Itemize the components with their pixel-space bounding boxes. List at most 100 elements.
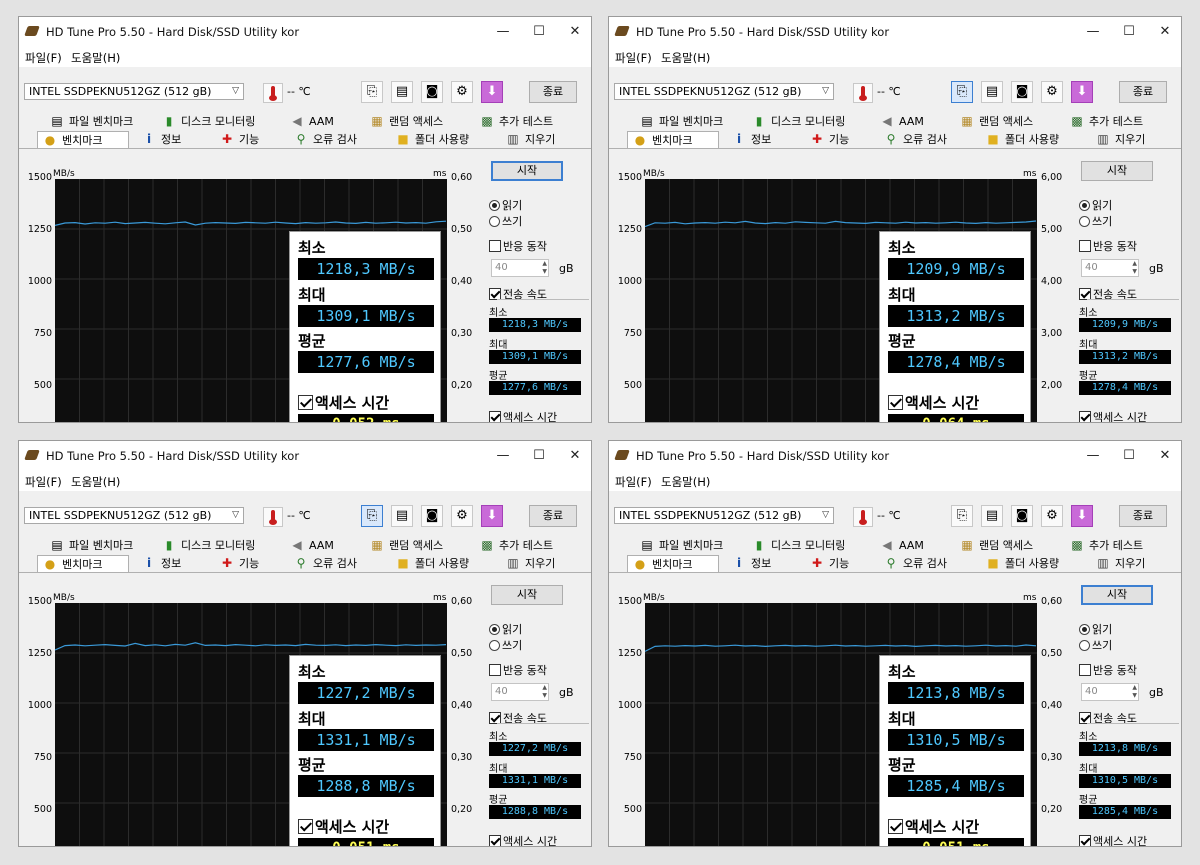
exit-button[interactable]: 종료 (529, 505, 577, 527)
repeat-checkbox[interactable]: 반응 동작 (489, 238, 547, 254)
menu-help[interactable]: 도움말(H) (661, 50, 710, 66)
read-radio[interactable]: 읽기 (489, 621, 522, 637)
close-button[interactable]: ✕ (557, 441, 591, 471)
minimize-button[interactable]: — (1075, 17, 1111, 47)
tab-info[interactable]: i 정보 (137, 555, 181, 572)
minimize-button[interactable]: — (1075, 441, 1111, 471)
repeat-checkbox[interactable]: 반응 동작 (1079, 662, 1137, 678)
title-bar[interactable]: HD Tune Pro 5.50 - Hard Disk/SSD Utility… (609, 441, 1181, 471)
tab-features[interactable]: ✚ 기능 (215, 131, 259, 148)
close-button[interactable]: ✕ (557, 17, 591, 47)
screenshot-camera-icon[interactable]: ◙ (421, 81, 443, 103)
options-icon[interactable]: ⚙ (1041, 81, 1063, 103)
tab-info[interactable]: i 정보 (727, 131, 771, 148)
tab-file-benchmark[interactable]: ▤ 파일 벤치마크 (45, 113, 133, 130)
start-button[interactable]: 시작 (491, 585, 563, 605)
access-time-checkbox[interactable]: 액세스 시간 (1079, 409, 1147, 422)
drive-select[interactable]: INTEL SSDPEKNU512GZ (512 gB) ▽ (24, 83, 244, 100)
drive-select[interactable]: INTEL SSDPEKNU512GZ (512 gB) ▽ (614, 83, 834, 100)
access-time-checkbox[interactable]: 액세스 시간 (489, 833, 557, 846)
tab-benchmark[interactable]: ● 벤치마크 (627, 555, 719, 572)
close-button[interactable]: ✕ (1147, 17, 1181, 47)
copy-info-button[interactable]: ▤ (391, 81, 413, 103)
tab-erase[interactable]: ▥ 지우기 (1091, 131, 1145, 148)
tab-error-scan[interactable]: ⚲ 오류 검사 (289, 131, 357, 148)
menu-help[interactable]: 도움말(H) (71, 474, 120, 490)
minimize-button[interactable]: — (485, 441, 521, 471)
tab-info[interactable]: i 정보 (137, 131, 181, 148)
tab-file-benchmark[interactable]: ▤ 파일 벤치마크 (45, 537, 133, 554)
minimize-button[interactable]: — (485, 17, 521, 47)
repeat-checkbox[interactable]: 반응 동작 (489, 662, 547, 678)
tab-disk-monitor[interactable]: ▮ 디스크 모니터링 (157, 113, 256, 130)
maximize-button[interactable]: ☐ (521, 17, 557, 47)
access-time-checkbox[interactable]: 액세스 시간 (1079, 833, 1147, 846)
exit-button[interactable]: 종료 (529, 81, 577, 103)
spin-arrows-icon[interactable]: ▲ ▼ (1132, 260, 1137, 276)
spin-arrows-icon[interactable]: ▲ ▼ (1132, 684, 1137, 700)
tab-aam[interactable]: ◀ AAM (285, 537, 333, 554)
options-icon[interactable]: ⚙ (1041, 505, 1063, 527)
save-download-icon[interactable]: ⬇ (1071, 505, 1093, 527)
tab-extra-tests[interactable]: ▩ 추가 테스트 (1065, 113, 1143, 130)
maximize-button[interactable]: ☐ (1111, 441, 1147, 471)
title-bar[interactable]: HD Tune Pro 5.50 - Hard Disk/SSD Utility… (19, 441, 591, 471)
read-radio[interactable]: 읽기 (489, 197, 522, 213)
menu-file[interactable]: 파일(F) (25, 50, 62, 66)
size-spinner[interactable]: 40 ▲ ▼ (1081, 259, 1139, 277)
start-button[interactable]: 시작 (491, 161, 563, 181)
size-spinner[interactable]: 40 ▲ ▼ (1081, 683, 1139, 701)
tab-features[interactable]: ✚ 기능 (805, 131, 849, 148)
screenshot-camera-icon[interactable]: ◙ (1011, 81, 1033, 103)
tab-extra-tests[interactable]: ▩ 추가 테스트 (1065, 537, 1143, 554)
tab-aam[interactable]: ◀ AAM (875, 113, 923, 130)
menu-file[interactable]: 파일(F) (25, 474, 62, 490)
exit-button[interactable]: 종료 (1119, 505, 1167, 527)
maximize-button[interactable]: ☐ (521, 441, 557, 471)
tab-erase[interactable]: ▥ 지우기 (501, 131, 555, 148)
tab-benchmark[interactable]: ● 벤치마크 (37, 131, 129, 148)
tab-folder-usage[interactable]: ■ 폴더 사용량 (391, 131, 469, 148)
read-radio[interactable]: 읽기 (1079, 621, 1112, 637)
write-radio[interactable]: 쓰기 (489, 213, 522, 229)
tab-features[interactable]: ✚ 기능 (805, 555, 849, 572)
access-time-checkbox[interactable]: 액세스 시간 (489, 409, 557, 422)
tab-random-access[interactable]: ▦ 랜덤 액세스 (955, 537, 1033, 554)
copy-text-button[interactable]: ⎘ (951, 505, 973, 527)
exit-button[interactable]: 종료 (1119, 81, 1167, 103)
tab-error-scan[interactable]: ⚲ 오류 검사 (879, 131, 947, 148)
title-bar[interactable]: HD Tune Pro 5.50 - Hard Disk/SSD Utility… (609, 17, 1181, 47)
tab-folder-usage[interactable]: ■ 폴더 사용량 (981, 131, 1059, 148)
copy-text-button[interactable]: ⎘ (951, 81, 973, 103)
menu-help[interactable]: 도움말(H) (71, 50, 120, 66)
tab-extra-tests[interactable]: ▩ 추가 테스트 (475, 537, 553, 554)
size-spinner[interactable]: 40 ▲ ▼ (491, 259, 549, 277)
save-download-icon[interactable]: ⬇ (1071, 81, 1093, 103)
options-icon[interactable]: ⚙ (451, 505, 473, 527)
tab-aam[interactable]: ◀ AAM (875, 537, 923, 554)
tab-random-access[interactable]: ▦ 랜덤 액세스 (955, 113, 1033, 130)
menu-help[interactable]: 도움말(H) (661, 474, 710, 490)
options-icon[interactable]: ⚙ (451, 81, 473, 103)
tab-erase[interactable]: ▥ 지우기 (501, 555, 555, 572)
write-radio[interactable]: 쓰기 (489, 637, 522, 653)
copy-info-button[interactable]: ▤ (391, 505, 413, 527)
tab-folder-usage[interactable]: ■ 폴더 사용량 (981, 555, 1059, 572)
tab-error-scan[interactable]: ⚲ 오류 검사 (289, 555, 357, 572)
title-bar[interactable]: HD Tune Pro 5.50 - Hard Disk/SSD Utility… (19, 17, 591, 47)
screenshot-camera-icon[interactable]: ◙ (421, 505, 443, 527)
tab-disk-monitor[interactable]: ▮ 디스크 모니터링 (747, 113, 846, 130)
save-download-icon[interactable]: ⬇ (481, 505, 503, 527)
spin-arrows-icon[interactable]: ▲ ▼ (542, 684, 547, 700)
close-button[interactable]: ✕ (1147, 441, 1181, 471)
copy-text-button[interactable]: ⎘ (361, 505, 383, 527)
start-button[interactable]: 시작 (1081, 585, 1153, 605)
start-button[interactable]: 시작 (1081, 161, 1153, 181)
save-download-icon[interactable]: ⬇ (481, 81, 503, 103)
tab-features[interactable]: ✚ 기능 (215, 555, 259, 572)
screenshot-camera-icon[interactable]: ◙ (1011, 505, 1033, 527)
tab-folder-usage[interactable]: ■ 폴더 사용량 (391, 555, 469, 572)
menu-file[interactable]: 파일(F) (615, 474, 652, 490)
size-spinner[interactable]: 40 ▲ ▼ (491, 683, 549, 701)
maximize-button[interactable]: ☐ (1111, 17, 1147, 47)
